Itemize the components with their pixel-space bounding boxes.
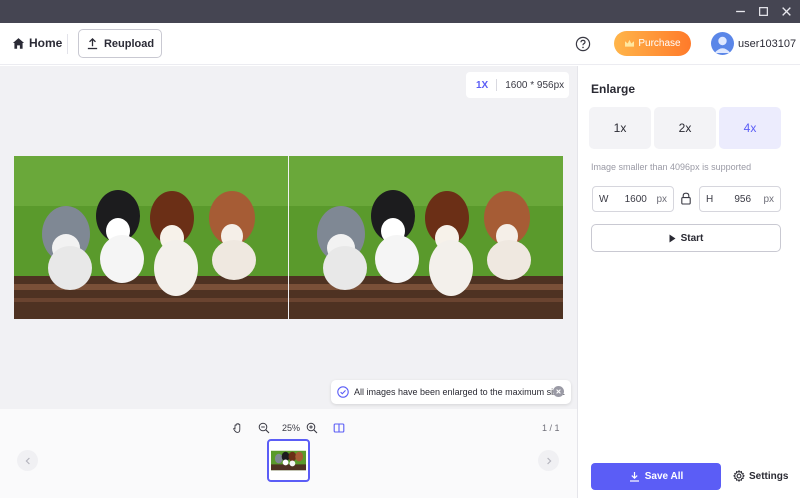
width-field[interactable]: W 1600 px [592,186,674,212]
scale-2x-button[interactable]: 2x [654,107,716,149]
badge-divider [496,79,498,91]
reupload-button[interactable]: Reupload [78,29,162,58]
chevron-left-icon [25,457,30,464]
original-image [14,156,288,319]
scale-2x-label: 2x [678,121,692,135]
purchase-button[interactable]: Purchase [614,31,691,56]
top-bar: Home Reupload Purchase user103107 [0,23,800,65]
status-toast: All images have been enlarged to the max… [331,380,571,404]
start-button[interactable]: Start [591,224,781,252]
home-icon [12,37,25,49]
save-all-label: Save All [644,471,684,482]
title-bar [0,0,800,23]
toast-close-icon[interactable] [553,386,564,397]
avatar[interactable] [711,32,734,55]
enlarged-image [289,156,563,319]
zoom-in-icon[interactable] [305,421,319,435]
purchase-label: Purchase [638,38,681,49]
check-circle-icon [337,386,349,398]
crown-icon [625,39,635,47]
zoom-out-icon[interactable] [257,421,271,435]
previous-image-button[interactable] [17,450,38,471]
image-thumbnail[interactable] [267,439,310,482]
scale-info-badge: 1X 1600 * 956px [466,72,569,98]
settings-label: Settings [749,470,789,482]
home-label: Home [29,36,63,50]
enlarge-title: Enlarge [591,82,636,96]
scale-4x-button[interactable]: 4x [719,107,781,149]
compare-view-icon[interactable] [332,421,346,435]
close-icon[interactable] [776,0,796,23]
height-label: H [706,193,714,205]
chevron-right-icon [546,457,551,464]
play-icon [669,234,676,242]
width-unit: px [656,193,667,205]
gear-icon [733,470,745,482]
settings-button[interactable]: Settings [733,470,788,482]
header-divider [67,34,68,54]
home-button[interactable]: Home [12,36,62,50]
minimize-icon[interactable] [730,0,750,23]
scale-1x-label: 1x [613,121,627,135]
scale-factor: 1X [476,79,489,91]
scale-4x-label: 4x [743,121,757,135]
username[interactable]: user103107 [738,38,796,50]
panel-divider [577,66,578,498]
reupload-label: Reupload [103,37,155,50]
hand-tool-icon[interactable] [231,421,245,435]
upload-icon [87,37,98,50]
zoom-level: 25% [282,423,301,433]
save-all-button[interactable]: Save All [591,463,721,490]
next-image-button[interactable] [538,450,559,471]
toast-message: All images have been enlarged to the max… [354,387,566,397]
width-value[interactable]: 1600 [615,194,656,205]
scale-1x-button[interactable]: 1x [589,107,651,149]
lock-icon[interactable] [680,192,692,205]
width-label: W [599,193,609,205]
maximize-icon[interactable] [753,0,773,23]
help-icon[interactable] [575,36,591,52]
image-size: 1600 * 956px [505,79,565,91]
height-value[interactable]: 956 [722,194,763,205]
height-field[interactable]: H 956 px [699,186,781,212]
download-icon [629,472,639,482]
height-unit: px [763,193,774,205]
size-hint: Image smaller than 4096px is supported [591,162,752,172]
start-label: Start [680,232,704,244]
page-index: 1 / 1 [542,423,560,433]
